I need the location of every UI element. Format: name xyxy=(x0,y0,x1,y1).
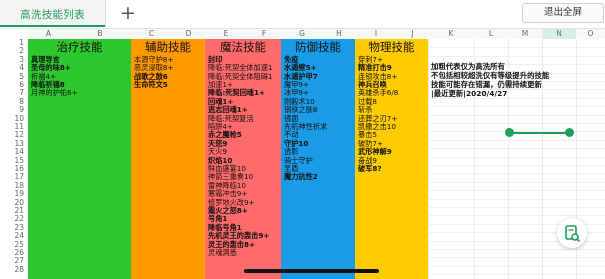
tab-active-indicator xyxy=(0,25,105,27)
home-indicator xyxy=(244,269,379,273)
skill-cell[interactable]: 生命符文5 xyxy=(134,80,168,89)
exit-fullscreen-button[interactable]: 退出全屏 xyxy=(522,3,604,23)
skill-category-column[interactable]: 治疗技能 真理导言 圣母的味8+ 祈福4+ 降临祈福8 月神的护佑6+ xyxy=(28,39,131,279)
column-header-j[interactable]: J xyxy=(397,29,428,39)
skill-category-column[interactable]: 物理技能 穿刺7+ 精准打击9 连锁攻击8+ 神兵召唤 英雄杀手6/8 过载8 斩杀 还葬之刃7… xyxy=(355,39,428,279)
row-header[interactable]: 28 xyxy=(0,265,28,274)
column-header-g[interactable]: G xyxy=(281,29,323,39)
category-title: 魔法技能 xyxy=(220,40,266,54)
selection-range-bar xyxy=(509,132,569,134)
skill-cell[interactable]: 魔力抗性2 xyxy=(284,172,318,181)
column-header-b[interactable]: B xyxy=(69,29,131,39)
skill-category-column[interactable]: 魔法技能 封印 降临:死契全体加速1 降临:死契全体阻碍1 加速1+ 降临:死契回魂1+ 回… xyxy=(205,39,281,279)
column-header-f[interactable]: F xyxy=(247,29,281,39)
sheet-tab[interactable]: 高洗技能列表 xyxy=(0,0,106,27)
document-search-icon xyxy=(565,225,581,243)
column-header-i[interactable]: I xyxy=(355,29,397,39)
column-header-a[interactable]: A xyxy=(28,29,69,39)
column-header-m[interactable]: M xyxy=(508,29,542,39)
column-header-e[interactable]: E xyxy=(205,29,247,39)
column-header-c[interactable]: C xyxy=(131,29,172,39)
category-title: 辅助技能 xyxy=(145,40,191,54)
note-cell[interactable]: 加粗代表仅为高洗所有 xyxy=(431,62,505,71)
sheet-tab-label: 高洗技能列表 xyxy=(20,9,85,21)
column-header-k[interactable]: K xyxy=(428,29,474,39)
add-sheet-icon[interactable]: + xyxy=(117,1,139,25)
column-header-o[interactable]: O xyxy=(576,29,605,39)
category-title: 物理技能 xyxy=(368,40,415,54)
spreadsheet-grid[interactable]: A B C D E F G H I J K L M N O 1 2 3 4 5 6 7 8 9 10 11 12 13 14 15 16 17… xyxy=(0,29,605,279)
skill-category-column[interactable]: 辅助技能 本源守护8+ 恶灵浸取8+ 战歌之鼓6 生命符文5 xyxy=(131,39,205,279)
note-cell[interactable]: 不包括相较超洗仅有等级提升的技能 xyxy=(431,71,549,80)
column-header-l[interactable]: L xyxy=(474,29,508,39)
search-sheet-button[interactable] xyxy=(557,218,587,248)
column-gridline xyxy=(428,39,429,279)
skill-cell[interactable]: 灵魂洞悉 xyxy=(208,248,237,257)
column-header-h[interactable]: H xyxy=(323,29,355,39)
column-header-n[interactable]: N xyxy=(542,29,576,39)
skill-cell[interactable]: 月神的护佑6+ xyxy=(31,88,78,97)
note-cell[interactable]: 技能可能存在错漏，仍需持续更新 xyxy=(431,80,542,89)
category-title: 治疗技能 xyxy=(56,40,103,54)
skill-cell[interactable]: 破军8? xyxy=(358,164,382,173)
skill-category-column[interactable]: 防御技能 免疫 水遁壁5+ 水遁护甲7 魔甲9+ 冰甲9+ 刚毅术10 钢铁之肤8 镜面 先机神性… xyxy=(281,39,355,279)
category-title: 防御技能 xyxy=(295,40,341,54)
selection-handle-start[interactable] xyxy=(505,128,514,137)
column-header-d[interactable]: D xyxy=(172,29,205,39)
note-cell[interactable]: |最近更新|2020/4/27 xyxy=(431,89,507,98)
selection-handle-end[interactable] xyxy=(565,128,574,137)
sheet-toolbar: 高洗技能列表 + 退出全屏 xyxy=(0,0,605,29)
